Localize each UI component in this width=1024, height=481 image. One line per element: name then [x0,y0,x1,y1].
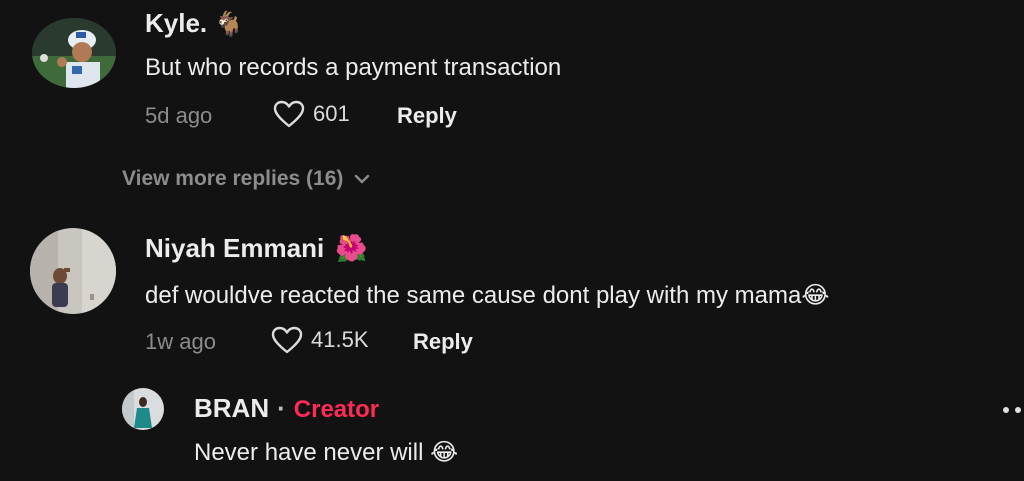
comment-timestamp: 5d ago [145,103,213,128]
chevron-down-icon [355,174,370,184]
comment-username[interactable]: Niyah Emmani 🌺 [145,233,368,264]
reply-username-row: BRAN · Creator [194,393,379,424]
heart-icon [273,100,305,128]
comment-username[interactable]: Kyle. 🐐 [145,8,244,39]
username-text: Kyle. [145,8,208,38]
reply-button[interactable]: Reply [397,103,457,129]
avatar[interactable] [32,18,116,88]
like-button[interactable]: 601 [273,100,350,128]
avatar[interactable] [30,228,116,314]
like-button[interactable]: 41.5K [271,326,369,354]
more-options-icon[interactable] [1000,402,1024,418]
view-more-replies-button[interactable]: View more replies (16) [122,167,371,191]
avatar-image [122,388,164,430]
comment-text: def wouldve reacted the same cause dont … [145,282,830,309]
like-count: 601 [313,101,350,126]
view-more-label: View more replies (16) [122,167,344,190]
heart-icon [271,326,303,354]
separator-dot: · [277,393,286,423]
comment-text: But who records a payment transaction [145,54,562,81]
reply-text: Never have never will 😂 [194,439,459,466]
username-text: Niyah Emmani [145,233,325,263]
more-options-dots [1003,407,1021,413]
reply-button[interactable]: Reply [413,329,473,355]
avatar-image [32,18,116,88]
hibiscus-emoji: 🌺 [335,233,368,263]
goat-emoji: 🐐 [214,11,245,38]
comment-timestamp: 1w ago [145,329,216,354]
reply-username[interactable]: BRAN [194,393,269,423]
like-count: 41.5K [311,327,369,352]
avatar[interactable] [122,388,164,430]
avatar-image [30,228,116,314]
creator-badge: Creator [293,396,380,423]
